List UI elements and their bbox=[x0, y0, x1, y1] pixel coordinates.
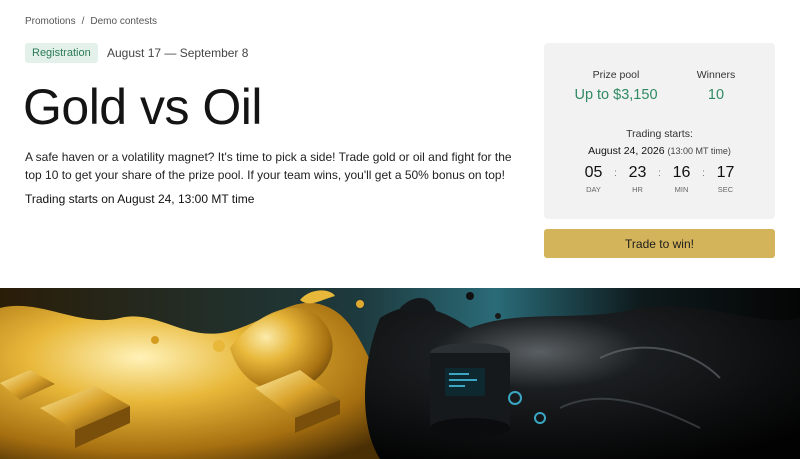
trading-starts-timezone: (13:00 MT time) bbox=[667, 146, 731, 156]
prize-pool-value: Up to $3,150 bbox=[574, 87, 658, 103]
countdown-timer: 05 DAY : 23 HR : 16 MIN : 17 SEC bbox=[544, 164, 775, 194]
countdown-hours-label: HR bbox=[632, 185, 643, 194]
contest-description: A safe haven or a volatility magnet? It'… bbox=[25, 150, 512, 182]
countdown-days-label: DAY bbox=[586, 185, 601, 194]
winners-label: Winners bbox=[696, 69, 736, 81]
countdown-hours-value: 23 bbox=[628, 164, 647, 181]
trading-starts-date-line: August 24, 2026 (13:00 MT time) bbox=[544, 145, 775, 157]
breadcrumb-promotions[interactable]: Promotions bbox=[25, 16, 76, 27]
breadcrumb: Promotions / Demo contests bbox=[25, 16, 157, 27]
countdown-seconds-value: 17 bbox=[716, 164, 735, 181]
countdown-minutes-label: MIN bbox=[674, 185, 689, 194]
countdown-minutes: 16 MIN bbox=[665, 164, 699, 194]
countdown-days-value: 05 bbox=[584, 164, 603, 181]
countdown-seconds: 17 SEC bbox=[709, 164, 743, 194]
winners-block: Winners 10 bbox=[672, 69, 760, 103]
status-badge: Registration bbox=[25, 43, 98, 63]
trading-starts-label: Trading starts: bbox=[626, 128, 693, 140]
prize-pool-block: Prize pool Up to $3,150 bbox=[556, 69, 676, 103]
countdown-separator: : bbox=[702, 168, 705, 179]
trading-start-note: Trading starts on August 24, 13:00 MT ti… bbox=[25, 192, 255, 206]
page-title: Gold vs Oil bbox=[23, 79, 263, 135]
trade-to-win-button[interactable]: Trade to win! bbox=[544, 229, 775, 258]
breadcrumb-demo-contests[interactable]: Demo contests bbox=[90, 16, 157, 27]
hero-banner-image bbox=[0, 288, 800, 459]
countdown-minutes-value: 16 bbox=[672, 164, 691, 181]
countdown-hours: 23 HR bbox=[621, 164, 655, 194]
contest-dates: August 17 — September 8 bbox=[107, 46, 249, 60]
prize-pool-label: Prize pool bbox=[592, 69, 640, 81]
gold-oil-splash-illustration bbox=[0, 288, 800, 459]
trading-starts-date: August 24, 2026 bbox=[588, 145, 665, 157]
countdown-separator: : bbox=[658, 168, 661, 179]
winners-value: 10 bbox=[707, 87, 725, 103]
contest-info-panel: Prize pool Up to $3,150 Winners 10 Tradi… bbox=[544, 43, 775, 219]
countdown-seconds-label: SEC bbox=[717, 185, 734, 194]
countdown-separator: : bbox=[614, 168, 617, 179]
countdown-days: 05 DAY bbox=[577, 164, 611, 194]
breadcrumb-separator: / bbox=[81, 16, 85, 27]
